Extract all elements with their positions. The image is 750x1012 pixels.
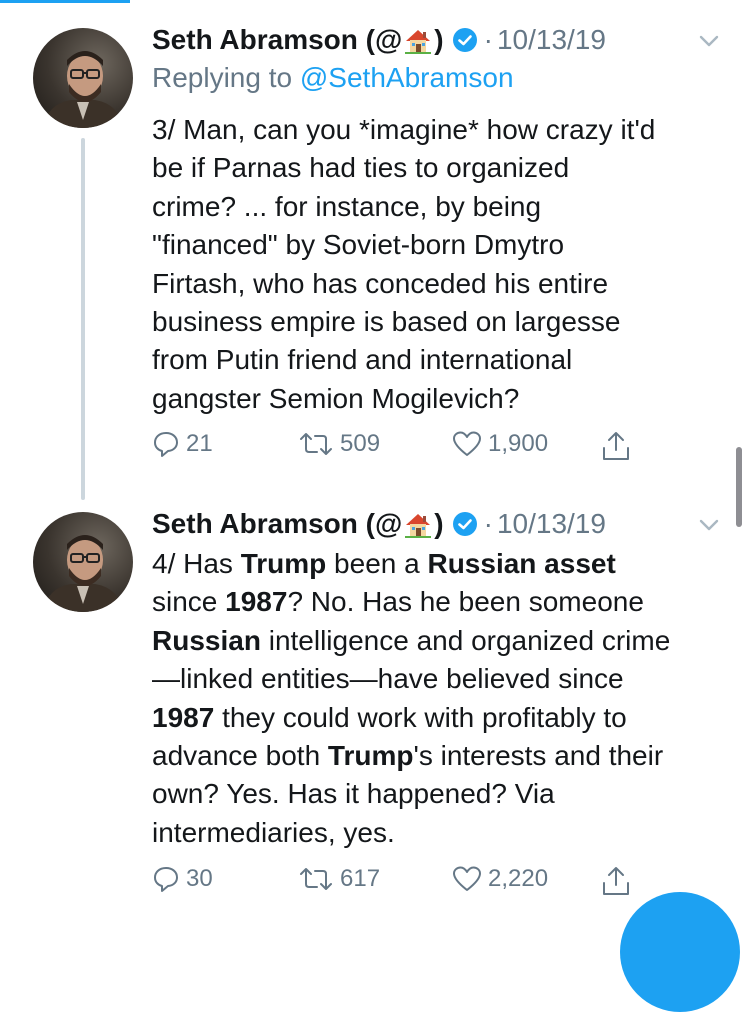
tweet-text-line: advance both Trump's interests and their <box>152 737 732 775</box>
verified-badge-icon <box>452 512 477 536</box>
scrollbar[interactable] <box>736 447 742 527</box>
bold-term: Russian <box>152 624 261 656</box>
tweet-text-line: intermediaries, yes. <box>152 816 395 848</box>
text-segment: been a <box>326 548 428 579</box>
tweet-actions: 30 617 2,220 <box>152 865 652 905</box>
reply-icon <box>154 867 178 892</box>
share-icon <box>603 432 629 460</box>
reply-icon <box>154 432 178 457</box>
avatar[interactable] <box>33 512 133 612</box>
avatar[interactable] <box>33 28 133 128</box>
retweet-icon <box>300 868 332 890</box>
replying-to-label: Replying to <box>152 62 300 93</box>
text-segment: 4/ Has <box>152 548 241 579</box>
retweet-count: 617 <box>340 865 381 892</box>
share-button[interactable] <box>600 430 638 462</box>
text-segment: 's interests and their <box>413 740 664 772</box>
like-button[interactable]: 2,220 <box>452 865 548 893</box>
tweet-text-line: Russian intelligence and organized crime <box>152 622 732 660</box>
tweet-text-line: be if Parnas had ties to organized <box>152 152 570 184</box>
author-name-suffix: ) <box>434 23 444 55</box>
author-name-prefix: Seth Abramson (@ <box>152 507 403 539</box>
author-name[interactable]: Seth Abramson (@ ) <box>152 508 444 541</box>
share-icon <box>603 867 629 895</box>
retweet-count: 509 <box>340 430 381 457</box>
tweet-text-line: Firtash, who has conceded his entire <box>152 267 609 299</box>
text-segment: advance both <box>152 740 328 772</box>
tweet-text-line: "financed" by Soviet-born Dmytro <box>152 229 565 261</box>
tweet-header: Seth Abramson (@ ) · 10/13/19 <box>152 504 606 544</box>
tweet-text-line: since 1987? No. Has he been someone <box>152 583 732 621</box>
bold-term: Trump <box>240 548 327 579</box>
author-name[interactable]: Seth Abramson (@ ) <box>152 24 444 57</box>
author-name-prefix: Seth Abramson (@ <box>152 23 403 55</box>
header-separator: · <box>483 24 493 55</box>
tweet-date[interactable]: 10/13/19 <box>497 508 606 540</box>
tweet-text-line: —linked entities—have believed since <box>152 663 624 695</box>
replying-to-handle[interactable]: @SethAbramson <box>300 62 514 93</box>
replying-to: Replying to @SethAbramson <box>152 62 514 94</box>
retweet-button[interactable]: 509 <box>298 430 380 458</box>
tweet-text-line: 3/ Man, can you *imagine* how crazy it'd <box>152 114 656 145</box>
heart-icon <box>453 431 481 456</box>
reply-count: 30 <box>186 865 213 892</box>
tweet-text-line: gangster Semion Mogilevich? <box>152 382 520 414</box>
house-emoji-icon <box>405 30 432 55</box>
reply-count: 21 <box>186 430 213 457</box>
header-separator: · <box>483 508 493 539</box>
chevron-down-icon[interactable] <box>696 28 722 54</box>
tweet-text-line: crime? ... for instance, by being <box>152 190 542 222</box>
bold-term: Trump <box>327 740 414 772</box>
compose-tweet-button[interactable] <box>620 892 740 1012</box>
like-button[interactable]: 1,900 <box>452 430 548 458</box>
loading-progress-bar <box>0 0 130 3</box>
reply-button[interactable]: 30 <box>152 865 213 893</box>
tweet-text-line: own? Yes. Has it happened? Via <box>152 778 555 810</box>
tweet-text-line: 4/ Has Trump been a Russian asset <box>152 545 732 583</box>
author-name-suffix: ) <box>434 507 444 539</box>
bold-term: 1987 <box>225 586 288 618</box>
tweet-text-line: from Putin friend and international <box>152 344 573 376</box>
avatar-photo <box>43 51 123 128</box>
tweet-text: 4/ Has Trump been a Russian asset since … <box>152 545 732 852</box>
retweet-button[interactable]: 617 <box>298 865 380 893</box>
share-button[interactable] <box>600 865 638 897</box>
like-count: 1,900 <box>488 430 549 457</box>
retweet-icon <box>300 433 332 455</box>
thread-connector-line <box>81 138 85 500</box>
house-emoji-icon <box>405 514 432 539</box>
tweet-date[interactable]: 10/13/19 <box>497 24 606 56</box>
chevron-down-icon[interactable] <box>696 512 722 538</box>
tweet-text-line: 1987 they could work with profitably to <box>152 699 732 737</box>
heart-icon <box>453 866 481 891</box>
tweet-actions: 21 509 1,900 <box>152 430 652 470</box>
text-segment: intelligence and organized crime <box>260 624 671 656</box>
text-segment: they could work with profitably to <box>214 701 627 733</box>
text-segment: since <box>152 586 226 618</box>
text-segment: ? No. Has he been someone <box>287 586 644 618</box>
bold-term: Russian asset <box>427 548 616 579</box>
like-count: 2,220 <box>488 865 549 892</box>
tweet-header: Seth Abramson (@ ) · 10/13/19 <box>152 20 606 60</box>
verified-badge-icon <box>452 28 477 52</box>
tweet-text-line: business empire is based on largesse <box>152 306 621 338</box>
reply-button[interactable]: 21 <box>152 430 213 458</box>
tweet-text: 3/ Man, can you *imagine* how crazy it'd… <box>152 111 732 418</box>
avatar-photo <box>43 535 123 612</box>
bold-term: 1987 <box>152 701 215 733</box>
